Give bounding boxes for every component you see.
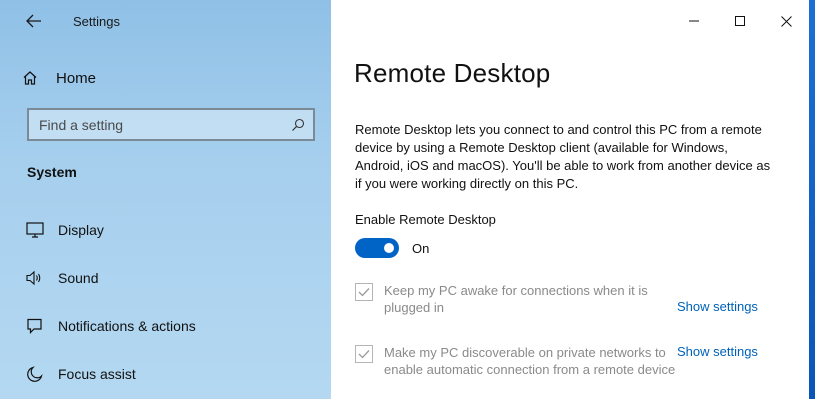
home-icon	[23, 71, 37, 85]
sidebar-item-label: Notifications & actions	[58, 318, 196, 334]
speaker-icon	[26, 270, 41, 286]
sidebar-item-home[interactable]: Home	[22, 64, 322, 92]
toggle-knob	[384, 243, 394, 253]
minimize-button[interactable]	[671, 0, 717, 42]
main-content: Remote Desktop Remote Desktop lets you c…	[331, 0, 809, 399]
search-input[interactable]	[39, 116, 279, 133]
sidebar: Settings Home System Display	[0, 0, 331, 399]
sidebar-item-notifications[interactable]: Notifications & actions	[25, 312, 325, 340]
desktop-background	[809, 0, 815, 399]
title-bar: Settings	[0, 0, 331, 42]
enable-remote-desktop-label: Enable Remote Desktop	[355, 212, 496, 227]
enable-remote-desktop-toggle[interactable]	[355, 238, 399, 258]
discoverable-checkbox[interactable]	[355, 345, 373, 363]
checkmark-icon	[358, 288, 370, 297]
close-button[interactable]	[763, 0, 809, 42]
search-icon[interactable]	[291, 118, 305, 132]
back-button[interactable]	[22, 10, 46, 32]
toggle-state-label: On	[412, 241, 430, 256]
notification-icon	[27, 318, 42, 334]
sidebar-item-focus-assist[interactable]: Focus assist	[25, 360, 325, 388]
page-title: Remote Desktop	[354, 58, 551, 88]
checkmark-icon	[358, 350, 370, 359]
keep-awake-label: Keep my PC awake for connections when it…	[384, 283, 648, 315]
show-settings-link-discoverable[interactable]: Show settings	[677, 344, 758, 359]
sidebar-item-label: Home	[56, 69, 97, 87]
sidebar-item-label: Sound	[58, 270, 99, 286]
section-title: System	[27, 164, 77, 180]
monitor-icon	[26, 222, 44, 238]
maximize-icon	[735, 16, 745, 26]
keep-awake-checkbox[interactable]	[355, 283, 373, 301]
minimize-icon	[689, 20, 699, 22]
window-controls	[671, 0, 809, 42]
sidebar-item-display[interactable]: Display	[25, 216, 325, 244]
sidebar-item-label: Display	[58, 222, 104, 238]
sidebar-item-sound[interactable]: Sound	[25, 264, 325, 292]
back-arrow-icon	[26, 14, 41, 28]
discoverable-label: Make my PC discoverable on private netwo…	[384, 345, 676, 377]
sidebar-item-label: Focus assist	[58, 366, 136, 382]
search-box	[27, 108, 315, 141]
maximize-button[interactable]	[717, 0, 763, 42]
app-title: Settings	[73, 14, 120, 29]
settings-window: Settings Home System Display	[0, 0, 809, 399]
show-settings-link-awake[interactable]: Show settings	[677, 299, 758, 314]
moon-icon	[27, 366, 43, 382]
close-icon	[780, 15, 792, 27]
description-text: Remote Desktop lets you connect to and c…	[355, 122, 771, 191]
